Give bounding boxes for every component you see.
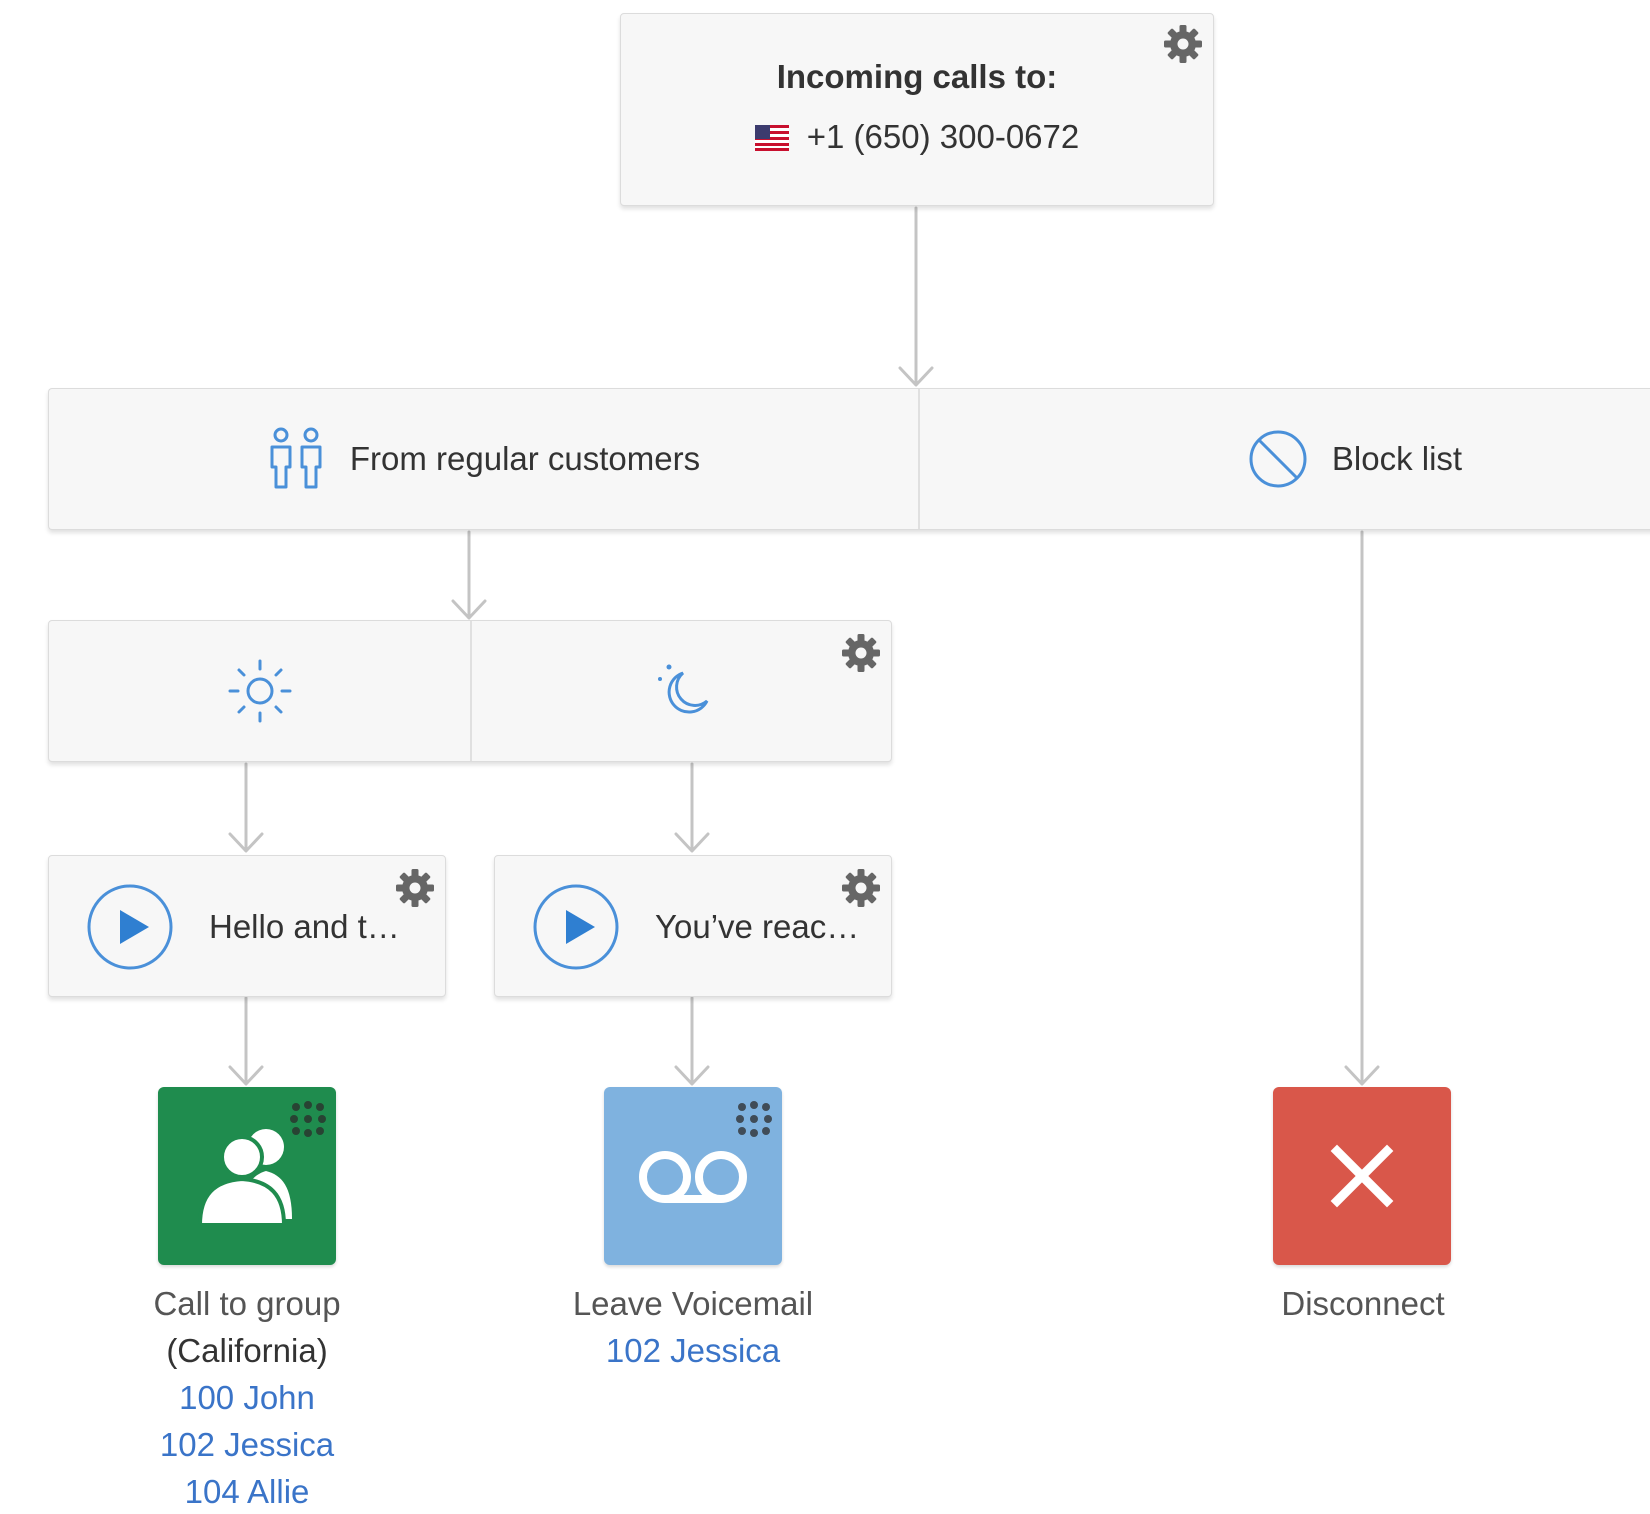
action-title: Call to group	[153, 1285, 341, 1322]
dialpad-icon[interactable]	[734, 1099, 774, 1139]
play-icon[interactable]	[533, 884, 619, 970]
rule-block-list[interactable]: Block list	[920, 389, 1650, 529]
action-title: Disconnect	[1281, 1285, 1445, 1322]
action-title: Leave Voicemail	[572, 1285, 814, 1322]
leave-voicemail-tile[interactable]	[604, 1087, 782, 1265]
call-to-group-caption: Call to group (California) 100 John 102 …	[67, 1280, 427, 1514]
sun-icon	[228, 659, 291, 723]
gear-icon[interactable]	[1163, 24, 1203, 64]
incoming-number-row: +1 (650) 300-0672	[621, 118, 1213, 156]
dialpad-icon[interactable]	[288, 1099, 328, 1139]
incoming-title: Incoming calls to:	[776, 58, 1058, 95]
gear-icon[interactable]	[395, 868, 435, 908]
message-card-youve-reached[interactable]: You’ve reac…	[494, 855, 892, 997]
rule-label-regular-customers: From regular customers	[349, 440, 701, 477]
phone-number: +1 (650) 300-0672	[806, 118, 1080, 155]
incoming-calls-card[interactable]: Incoming calls to: +1 (650) 300-0672	[620, 13, 1214, 206]
member-link[interactable]: 100 John	[67, 1374, 427, 1421]
time-conditions-card	[48, 620, 892, 762]
message-card-hello[interactable]: Hello and t…	[48, 855, 446, 997]
call-flow-canvas: Incoming calls to: +1 (650) 300-0672 Fro…	[0, 0, 1650, 1514]
gear-icon[interactable]	[841, 868, 881, 908]
message-label: Hello and t…	[209, 908, 400, 945]
leave-voicemail-caption: Leave Voicemail 102 Jessica	[513, 1280, 873, 1374]
gear-icon[interactable]	[841, 633, 881, 673]
play-icon[interactable]	[87, 884, 173, 970]
moon-icon	[657, 664, 708, 714]
rule-regular-customers[interactable]: From regular customers	[49, 389, 919, 529]
action-subtitle: (California)	[166, 1332, 328, 1369]
time-condition-day[interactable]	[49, 621, 470, 761]
time-condition-night[interactable]	[472, 621, 893, 761]
routing-rules-card: From regular customers Block list	[48, 388, 1650, 530]
users-icon	[270, 427, 322, 489]
close-icon	[1330, 1144, 1394, 1208]
message-label: You’ve reac…	[655, 908, 860, 945]
disconnect-tile[interactable]	[1273, 1087, 1451, 1265]
us-flag-icon	[754, 125, 789, 151]
member-link[interactable]: 102 Jessica	[67, 1421, 427, 1468]
rule-label-block-list: Block list	[1331, 440, 1463, 477]
disconnect-caption: Disconnect	[1183, 1280, 1543, 1327]
member-link[interactable]: 104 Allie	[67, 1468, 427, 1514]
call-to-group-tile[interactable]	[158, 1087, 336, 1265]
member-link[interactable]: 102 Jessica	[513, 1327, 873, 1374]
block-icon	[1249, 430, 1307, 488]
